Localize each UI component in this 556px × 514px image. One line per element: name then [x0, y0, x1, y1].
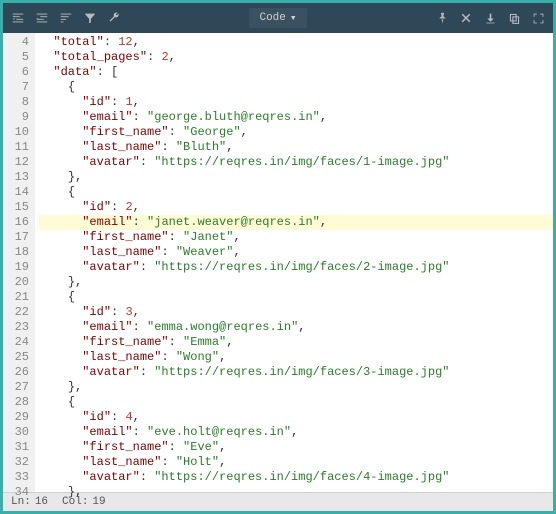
chevron-down-icon: ▾ — [290, 11, 297, 25]
code-line[interactable]: "last_name": "Bluth", — [39, 140, 553, 155]
outdent-icon[interactable] — [11, 11, 25, 25]
line-number: 26 — [5, 365, 29, 380]
line-number: 30 — [5, 425, 29, 440]
code-line[interactable]: "avatar": "https://reqres.in/img/faces/1… — [39, 155, 553, 170]
line-number: 14 — [5, 185, 29, 200]
code-line[interactable]: "email": "eve.holt@reqres.in", — [39, 425, 553, 440]
code-line[interactable]: }, — [39, 380, 553, 395]
code-line[interactable]: { — [39, 395, 553, 410]
line-number: 10 — [5, 125, 29, 140]
line-number: 15 — [5, 200, 29, 215]
line-number: 7 — [5, 80, 29, 95]
line-number: 28 — [5, 395, 29, 410]
code-line[interactable]: "email": "george.bluth@reqres.in", — [39, 110, 553, 125]
download-icon[interactable] — [483, 11, 497, 25]
line-number: 32 — [5, 455, 29, 470]
code-line[interactable]: }, — [39, 170, 553, 185]
filter-icon[interactable] — [83, 11, 97, 25]
line-number: 20 — [5, 275, 29, 290]
code-line[interactable]: }, — [39, 485, 553, 500]
code-line[interactable]: { — [39, 290, 553, 305]
line-number: 6 — [5, 65, 29, 80]
code-line[interactable]: "id": 1, — [39, 95, 553, 110]
code-line[interactable]: "id": 3, — [39, 305, 553, 320]
line-number: 4 — [5, 35, 29, 50]
line-number: 31 — [5, 440, 29, 455]
indent-icon[interactable] — [35, 11, 49, 25]
line-number: 18 — [5, 245, 29, 260]
line-number: 19 — [5, 260, 29, 275]
code-line[interactable]: "avatar": "https://reqres.in/img/faces/4… — [39, 470, 553, 485]
language-label: Code — [259, 12, 285, 24]
code-line[interactable]: "last_name": "Weaver", — [39, 245, 553, 260]
line-number: 33 — [5, 470, 29, 485]
code-line[interactable]: "last_name": "Wong", — [39, 350, 553, 365]
code-line[interactable]: "first_name": "Janet", — [39, 230, 553, 245]
sort-icon[interactable] — [59, 11, 73, 25]
code-line[interactable]: "avatar": "https://reqres.in/img/faces/3… — [39, 365, 553, 380]
line-number: 12 — [5, 155, 29, 170]
line-number: 21 — [5, 290, 29, 305]
code-line[interactable]: "id": 2, — [39, 200, 553, 215]
line-number: 24 — [5, 335, 29, 350]
code-line[interactable]: "total_pages": 2, — [39, 50, 553, 65]
code-line[interactable]: }, — [39, 275, 553, 290]
code-line[interactable]: "email": "janet.weaver@reqres.in", — [39, 215, 553, 230]
code-content[interactable]: "total": 12, "total_pages": 2, "data": [… — [35, 33, 553, 492]
line-number: 9 — [5, 110, 29, 125]
code-line[interactable]: "avatar": "https://reqres.in/img/faces/2… — [39, 260, 553, 275]
copy-icon[interactable] — [507, 11, 521, 25]
line-number: 17 — [5, 230, 29, 245]
fullscreen-icon[interactable] — [531, 11, 545, 25]
line-number: 11 — [5, 140, 29, 155]
line-number: 25 — [5, 350, 29, 365]
toolbar: Code ▾ — [3, 3, 553, 33]
line-number: 27 — [5, 380, 29, 395]
code-line[interactable]: { — [39, 185, 553, 200]
code-line[interactable]: "email": "emma.wong@reqres.in", — [39, 320, 553, 335]
line-number: 8 — [5, 95, 29, 110]
code-line[interactable]: "first_name": "Eve", — [39, 440, 553, 455]
line-number: 16 — [5, 215, 29, 230]
line-number: 34 — [5, 485, 29, 500]
code-line[interactable]: "first_name": "George", — [39, 125, 553, 140]
code-editor[interactable]: 4567891011121314151617181920212223242526… — [3, 33, 553, 492]
code-line[interactable]: { — [39, 80, 553, 95]
code-line[interactable]: "data": [ — [39, 65, 553, 80]
line-number-gutter: 4567891011121314151617181920212223242526… — [3, 33, 35, 492]
language-selector[interactable]: Code ▾ — [249, 8, 306, 28]
code-line[interactable]: "last_name": "Holt", — [39, 455, 553, 470]
wrench-icon[interactable] — [107, 11, 121, 25]
thumbtack-icon[interactable] — [435, 11, 449, 25]
code-line[interactable]: "first_name": "Emma", — [39, 335, 553, 350]
line-number: 13 — [5, 170, 29, 185]
code-line[interactable]: "id": 4, — [39, 410, 553, 425]
line-number: 5 — [5, 50, 29, 65]
line-number: 22 — [5, 305, 29, 320]
close-icon[interactable] — [459, 11, 473, 25]
line-number: 29 — [5, 410, 29, 425]
code-line[interactable]: "total": 12, — [39, 35, 553, 50]
line-number: 23 — [5, 320, 29, 335]
